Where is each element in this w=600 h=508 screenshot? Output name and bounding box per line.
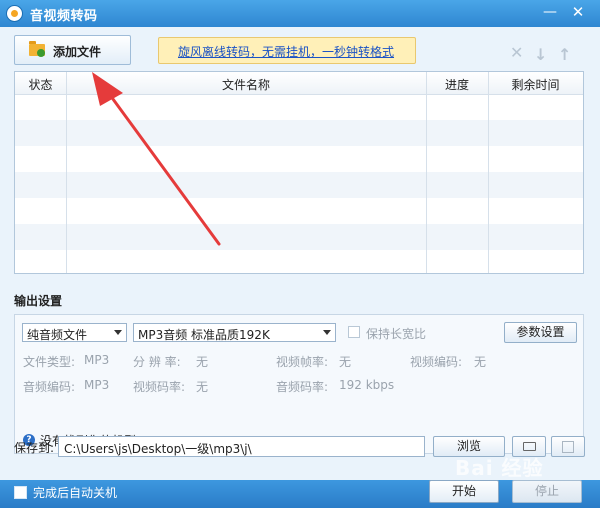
video-fps-value: 无 <box>339 355 352 369</box>
audio-bitrate-value: 192 kbps <box>339 378 395 392</box>
video-codec-label: 视频编码: <box>410 355 463 369</box>
column-divider <box>66 72 67 273</box>
column-status[interactable]: 状态 <box>15 76 66 93</box>
save-path-input[interactable]: C:\Users\js\Desktop\一级\mp3\j\ <box>58 436 425 457</box>
table-row <box>15 198 583 224</box>
chevron-down-icon <box>323 330 331 335</box>
preset-select[interactable]: MP3音频 标准品质192K <box>133 323 336 342</box>
table-row <box>15 94 583 120</box>
open-folder-icon <box>523 442 536 451</box>
params-button[interactable]: 参数设置 <box>504 322 577 343</box>
close-button[interactable]: ✕ <box>566 2 590 22</box>
output-section-title: 输出设置 <box>14 294 63 308</box>
preset-select-value: MP3音频 标准品质192K <box>138 328 270 342</box>
add-file-button[interactable]: 添加文件 <box>14 35 131 65</box>
table-row <box>15 250 583 273</box>
file-table: 状态 文件名称 进度 剩余时间 <box>14 71 584 274</box>
output-settings-panel: 纯音频文件 MP3音频 标准品质192K 保持长宽比 参数设置 文件类型: MP… <box>14 314 584 454</box>
move-down-icon[interactable]: ↓ <box>534 45 547 64</box>
audio-codec-label: 音频编码: <box>23 380 76 394</box>
table-header: 状态 文件名称 进度 剩余时间 <box>15 72 583 95</box>
resolution-value: 无 <box>196 355 209 369</box>
watermark-logo: Bai 经验 <box>455 456 544 480</box>
remove-icon[interactable]: ✕ <box>510 43 523 62</box>
file-type-value: MP3 <box>84 353 110 367</box>
move-up-icon[interactable]: ↑ <box>558 45 571 64</box>
auto-shutdown-checkbox[interactable] <box>14 486 27 499</box>
app-icon <box>6 5 23 22</box>
bottom-bar: 完成后自动关机 开始 停止 <box>0 480 600 508</box>
video-bitrate-label: 视频码率: <box>133 380 186 394</box>
add-file-label: 添加文件 <box>53 45 102 59</box>
video-fps-label: 视频帧率: <box>276 355 329 369</box>
promo-link[interactable]: 旋风离线转码，无需挂机，一秒钟转格式 <box>178 43 394 60</box>
audio-codec-value: MP3 <box>84 378 110 392</box>
promo-banner[interactable]: 旋风离线转码，无需挂机，一秒钟转格式 <box>158 37 416 64</box>
column-divider <box>426 72 427 273</box>
column-divider <box>488 72 489 273</box>
window-title: 音视频转码 <box>30 9 98 24</box>
minimize-button[interactable]: — <box>538 2 562 22</box>
table-row <box>15 120 583 146</box>
keep-ratio-checkbox[interactable] <box>348 326 360 338</box>
video-codec-value: 无 <box>474 355 487 369</box>
audio-bitrate-label: 音频码率: <box>276 380 329 394</box>
main-panel: 添加文件 旋风离线转码，无需挂机，一秒钟转格式 ✕ ↓ ↑ 状态 文件名称 进度… <box>0 27 600 480</box>
keep-ratio-label: 保持长宽比 <box>366 327 427 341</box>
column-progress[interactable]: 进度 <box>426 76 488 93</box>
table-row <box>15 224 583 250</box>
start-button[interactable]: 开始 <box>429 480 499 503</box>
column-filename[interactable]: 文件名称 <box>66 76 426 93</box>
chevron-down-icon <box>114 330 122 335</box>
video-bitrate-value: 无 <box>196 380 209 394</box>
add-folder-icon <box>29 41 45 57</box>
title-bar: 音视频转码 — ✕ <box>0 0 600 27</box>
column-remaining[interactable]: 剩余时间 <box>488 76 583 93</box>
auto-shutdown-label: 完成后自动关机 <box>33 486 118 500</box>
format-select[interactable]: 纯音频文件 <box>22 323 127 342</box>
table-row <box>15 172 583 198</box>
export-button[interactable] <box>551 436 585 457</box>
export-icon <box>562 441 574 453</box>
save-path-value: C:\Users\js\Desktop\一级\mp3\j\ <box>64 442 252 456</box>
format-select-value: 纯音频文件 <box>27 328 88 342</box>
save-to-label: 保存到: <box>14 441 55 455</box>
resolution-label: 分 辨 率: <box>133 355 181 369</box>
stop-button[interactable]: 停止 <box>512 480 582 503</box>
table-row <box>15 146 583 172</box>
file-type-label: 文件类型: <box>23 355 76 369</box>
